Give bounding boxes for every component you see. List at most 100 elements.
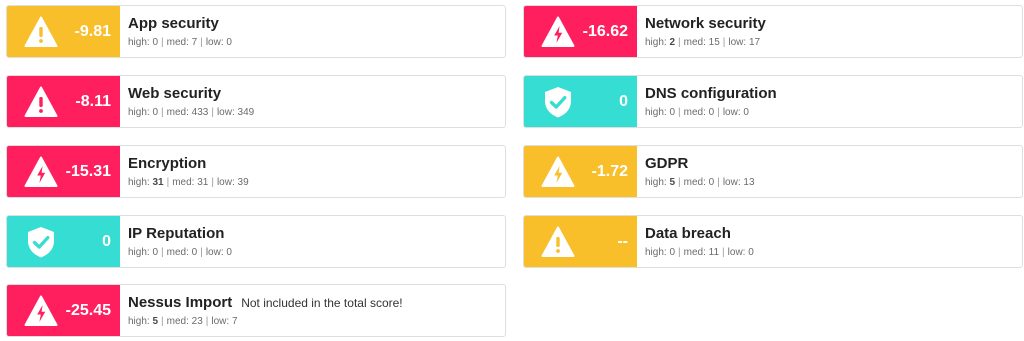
card-info: Data breach high: 0 | med: 11 | low: 0 (645, 225, 1014, 258)
card-title: DNS configuration (645, 85, 777, 102)
low-label: low: (205, 247, 224, 258)
score-card-web-security[interactable]: -8.11 Web security high: 0 | med: 433 | low: 3… (6, 75, 506, 128)
separator: | (211, 177, 214, 188)
med-label: med: (166, 247, 189, 258)
score-badge: 0 (7, 216, 120, 267)
separator: | (161, 37, 164, 48)
score-card-ip-reputation[interactable]: 0 IP Reputation high: 0 | med: 0 | low: 0 (6, 215, 506, 268)
low-count: 0 (743, 107, 749, 118)
card-title: IP Reputation (128, 225, 225, 242)
severity-counts: high: 2 | med: 15 | low: 17 (645, 37, 1014, 48)
card-info: Web security high: 0 | med: 433 | low: 349 (128, 85, 497, 118)
card-info: DNS configuration high: 0 | med: 0 | low: 0 (645, 85, 1014, 118)
score-value: -1.72 (591, 162, 628, 180)
med-label: med: (166, 316, 189, 327)
lightning-triangle-icon (24, 294, 58, 328)
high-count: 0 (152, 37, 159, 48)
score-card-dns-configuration[interactable]: 0 DNS configuration high: 0 | med: 0 | low: 0 (523, 75, 1023, 128)
med-count: 0 (708, 107, 715, 118)
card-title: Nessus Import (128, 294, 233, 311)
score-badge: -1.72 (524, 146, 637, 197)
separator: | (678, 247, 681, 258)
separator: | (161, 316, 164, 327)
score-value: 0 (619, 92, 628, 110)
high-count: 2 (669, 37, 676, 48)
low-count: 0 (226, 37, 232, 48)
card-info: GDPR high: 5 | med: 0 | low: 13 (645, 155, 1014, 188)
lightning-triangle-icon (541, 15, 575, 49)
score-badge: -15.31 (7, 146, 120, 197)
score-badge: -8.11 (7, 76, 120, 127)
med-count: 7 (191, 37, 198, 48)
separator: | (678, 37, 681, 48)
high-label: high: (128, 107, 150, 118)
severity-counts: high: 0 | med: 0 | low: 0 (128, 247, 497, 258)
med-label: med: (166, 107, 189, 118)
low-label: low: (205, 37, 224, 48)
med-label: med: (172, 177, 195, 188)
high-count: 5 (152, 316, 159, 327)
score-card-app-security[interactable]: -9.81 App security high: 0 | med: 7 | low: 0 (6, 5, 506, 58)
high-label: high: (645, 107, 667, 118)
separator: | (717, 107, 720, 118)
score-value: -9.81 (74, 22, 111, 40)
high-count: 0 (669, 247, 676, 258)
severity-counts: high: 31 | med: 31 | low: 39 (128, 177, 497, 188)
card-title: Network security (645, 15, 766, 32)
med-count: 0 (191, 247, 198, 258)
card-note: Not included in the total score! (241, 296, 403, 310)
separator: | (722, 247, 725, 258)
low-count: 0 (748, 247, 754, 258)
high-label: high: (645, 37, 667, 48)
high-count: 0 (152, 107, 159, 118)
high-label: high: (128, 316, 150, 327)
separator: | (678, 107, 681, 118)
score-badge: 0 (524, 76, 637, 127)
shield-check-icon (24, 225, 58, 259)
high-count: 5 (669, 177, 676, 188)
score-badge: -16.62 (524, 6, 637, 57)
low-label: low: (216, 107, 235, 118)
low-count: 17 (748, 37, 761, 48)
low-count: 0 (226, 247, 232, 258)
high-label: high: (645, 177, 667, 188)
high-count: 0 (152, 247, 159, 258)
card-title: Encryption (128, 155, 207, 172)
card-title: App security (128, 15, 219, 32)
med-count: 0 (708, 177, 715, 188)
card-title: Web security (128, 85, 222, 102)
shield-check-icon (541, 85, 575, 119)
warning-triangle-icon (24, 15, 58, 49)
separator: | (717, 177, 720, 188)
score-value: -8.11 (75, 92, 111, 110)
score-card-encryption[interactable]: -15.31 Encryption high: 31 | med: 31 | low: 39 (6, 145, 506, 198)
separator: | (678, 177, 681, 188)
score-value: -16.62 (582, 22, 628, 40)
score-card-nessus-import[interactable]: -25.45 Nessus Import Not included in the t… (6, 284, 506, 337)
score-value: -- (617, 232, 628, 250)
score-card-data-breach[interactable]: -- Data breach high: 0 | med: 11 | low: 0 (523, 215, 1023, 268)
separator: | (161, 247, 164, 258)
warning-triangle-icon (541, 225, 575, 259)
high-label: high: (645, 247, 667, 258)
med-label: med: (683, 37, 706, 48)
med-count: 433 (191, 107, 209, 118)
score-badge: -9.81 (7, 6, 120, 57)
score-card-network-security[interactable]: -16.62 Network security high: 2 | med: 15 | lo… (523, 5, 1023, 58)
score-card-gdpr[interactable]: -1.72 GDPR high: 5 | med: 0 | low: 13 (523, 145, 1023, 198)
warning-triangle-icon (24, 85, 58, 119)
low-label: low: (211, 316, 230, 327)
med-count: 11 (708, 247, 720, 258)
med-count: 23 (191, 316, 203, 327)
high-count: 31 (152, 177, 164, 188)
score-value: -25.45 (65, 301, 111, 319)
card-info: Encryption high: 31 | med: 31 | low: 39 (128, 155, 497, 188)
separator: | (205, 316, 209, 327)
separator: | (166, 177, 170, 188)
low-count: 13 (743, 177, 755, 188)
card-info: App security high: 0 | med: 7 | low: 0 (128, 15, 497, 48)
score-value: -15.31 (65, 162, 111, 180)
card-title: GDPR (645, 155, 689, 172)
severity-counts: high: 0 | med: 11 | low: 0 (645, 247, 1014, 258)
card-info: Network security high: 2 | med: 15 | low: 17 (645, 15, 1014, 48)
